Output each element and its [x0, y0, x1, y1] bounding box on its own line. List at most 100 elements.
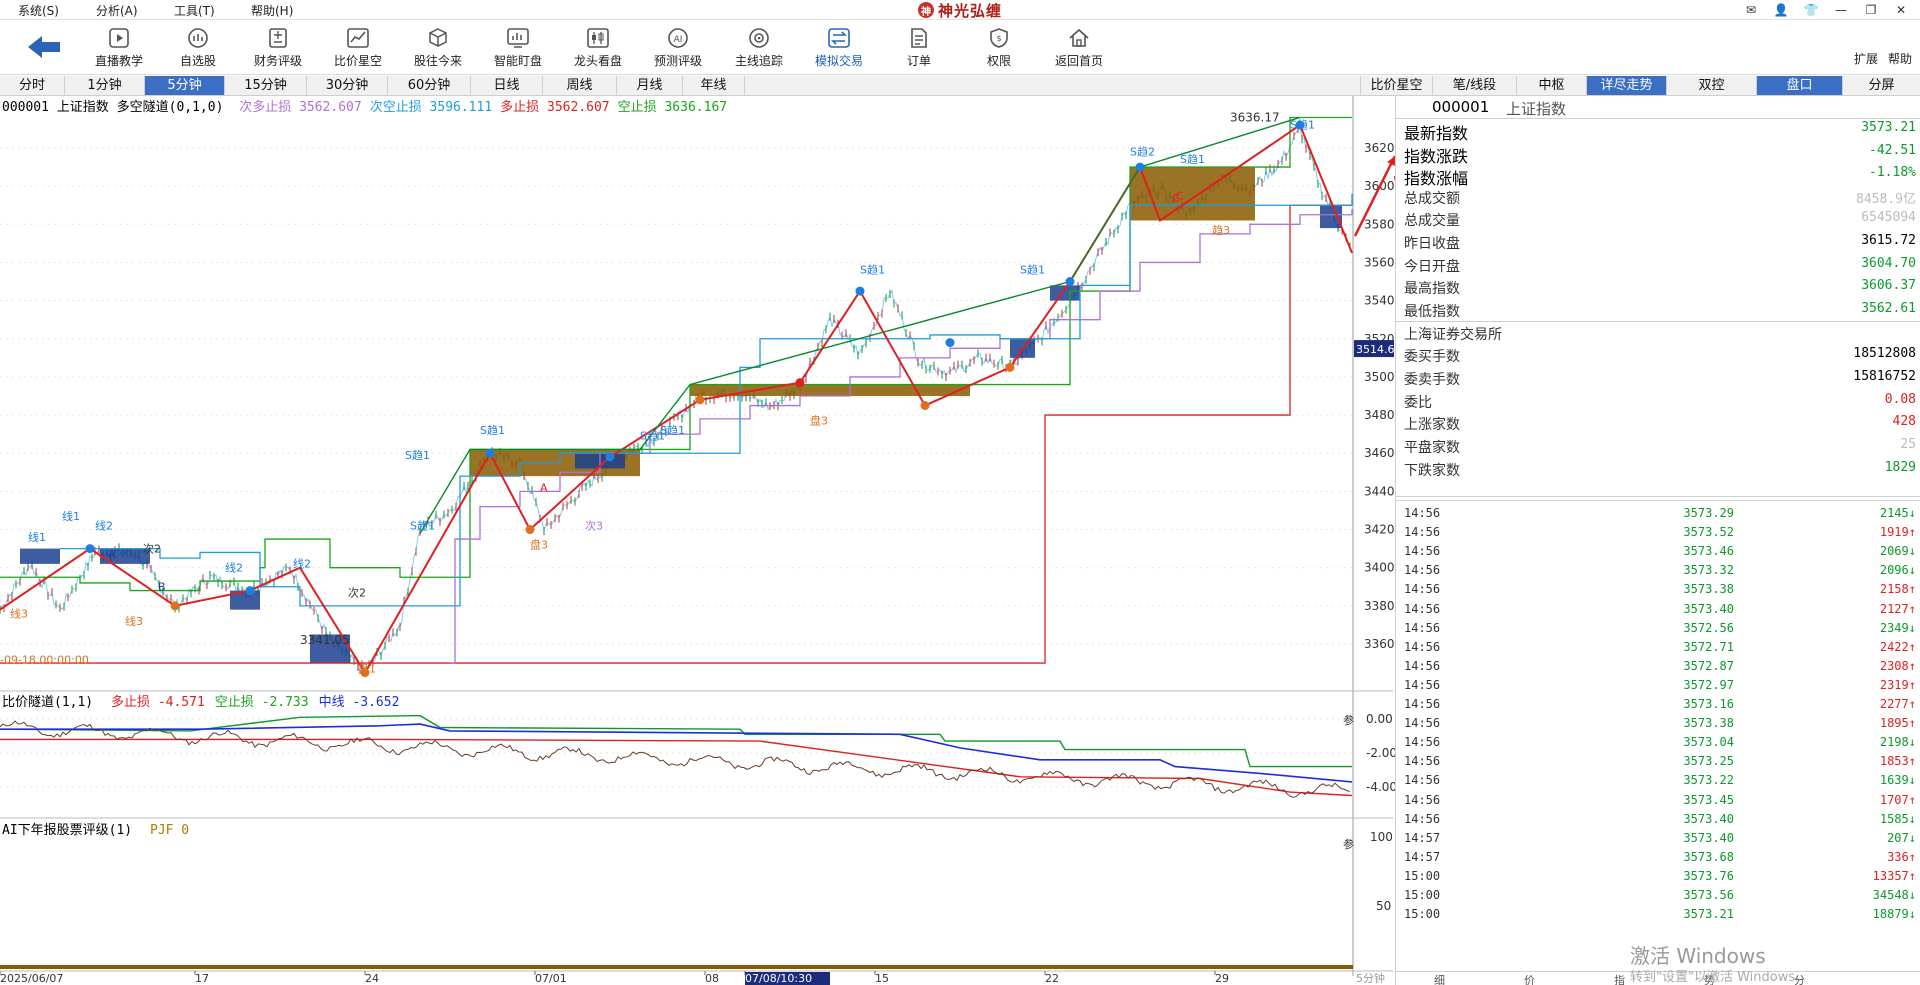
period-tab[interactable]: 日线	[471, 76, 543, 95]
quote-label: 指数涨幅	[1404, 169, 1469, 189]
toolbar-ai-button[interactable]: AI 预测评级	[641, 24, 715, 72]
tick-row: 14:56 3573.40 1585↓	[1404, 811, 1916, 826]
trend-label-s: S趋1	[1180, 153, 1205, 166]
toolbar-swap-button[interactable]: 模拟交易	[802, 24, 876, 72]
back-arrow-icon[interactable]	[26, 34, 62, 60]
chart-area[interactable]: 3620360035803560354035203500348034603440…	[0, 96, 1395, 985]
toolbar-monitor-chart-button[interactable]: 智能盯盘	[481, 24, 555, 72]
svg-text:AI: AI	[674, 35, 683, 45]
period-tab[interactable]: 月线	[617, 76, 683, 95]
toolbar-play-button[interactable]: 直播教学	[82, 24, 156, 72]
menu-system[interactable]: 系统(S)	[18, 2, 59, 19]
sub1-legend: 比价隧道(1,1) 多止损 -4.571 空止损 -2.733 中线 -3.652	[2, 691, 399, 710]
shirt-icon[interactable]: 👕	[1796, 0, 1826, 20]
quote-code: 000001	[1432, 98, 1490, 116]
period-tab[interactable]: 1分钟	[65, 76, 145, 95]
quote-row: 最高指数 3606.37	[1404, 278, 1916, 300]
exchange-name: 上海证券交易所	[1404, 327, 1502, 343]
main-legend-item: 次多止损 3562.607	[239, 100, 362, 115]
quote-label: 上涨家数	[1404, 417, 1460, 434]
period-tab[interactable]: 年线	[683, 76, 745, 95]
right-tab[interactable]: 盘口	[1756, 76, 1842, 95]
menu-bar: 系统(S) 分析(A) 工具(T) 帮助(H) 神 神光弘缠 ✉ 👤 👕 — ❐…	[0, 0, 1920, 20]
period-tab[interactable]: 15分钟	[225, 76, 307, 95]
toolbar-label: 龙头看盘	[573, 54, 622, 68]
mail-icon[interactable]: ✉	[1736, 0, 1766, 20]
toolbar-calc-button[interactable]: 财务评级	[241, 24, 315, 72]
quote-row: 昨日收盘 3615.72	[1404, 233, 1916, 255]
quote-label: 总成交量	[1404, 213, 1460, 230]
tick-row: 14:56 3573.22 1639↓	[1404, 773, 1916, 788]
toolbar-home-button[interactable]: 返回首页	[1042, 24, 1116, 72]
bottom-tab[interactable]: 指	[1614, 972, 1625, 985]
right-tab[interactable]: 分屏	[1842, 76, 1920, 95]
period-tab[interactable]: 30分钟	[307, 76, 388, 95]
quote-label: 总成交额	[1404, 190, 1460, 207]
sub1-legend-item: 空止损 -2.733	[214, 695, 309, 710]
sub1-name: 比价隧道(1,1)	[2, 695, 94, 710]
document-icon	[911, 28, 927, 48]
quote-row: 委卖手数 15816752	[1404, 369, 1916, 391]
window-controls: ✉ 👤 👕 — ❐ ✕	[1736, 0, 1916, 20]
period-tab[interactable]: 5分钟	[145, 76, 225, 95]
right-tab[interactable]: 中枢	[1516, 76, 1586, 95]
sub1-legend-item: 多止损 -4.571	[110, 695, 205, 710]
quote-name: 上证指数	[1506, 100, 1567, 118]
price-axis-label: 3460	[1364, 446, 1395, 460]
minimize-icon[interactable]: —	[1826, 0, 1856, 20]
letter-label: B	[158, 581, 166, 594]
tick-row: 14:56 3573.16 2277↑	[1404, 697, 1916, 711]
right-tab[interactable]: 详尽走势	[1586, 76, 1666, 95]
help-button[interactable]: 帮助	[1888, 50, 1912, 67]
period-tab[interactable]: 分时	[0, 76, 65, 95]
user-icon[interactable]: 👤	[1766, 0, 1796, 20]
main-legend-item: 次空止损 3596.111	[369, 100, 493, 115]
close-icon[interactable]: ✕	[1886, 0, 1916, 20]
menu-tools[interactable]: 工具(T)	[174, 2, 215, 19]
period-tab[interactable]: 60分钟	[388, 76, 471, 95]
trend-label-s: S趋1	[1020, 264, 1045, 277]
period-tab[interactable]: 周线	[543, 76, 617, 95]
brand-logo-icon: 神	[918, 2, 934, 18]
toolbar-candlestick-button[interactable]: 龙头看盘	[561, 24, 635, 72]
menu-analysis[interactable]: 分析(A)	[96, 2, 138, 19]
price-axis-label: 3420	[1364, 523, 1395, 537]
chart-line-icon	[347, 28, 369, 48]
trend-label-s: S趋1	[405, 449, 430, 462]
toolbar-chart-line-button[interactable]: 比价星空	[321, 24, 395, 72]
toolbar-target-button[interactable]: 主线追踪	[722, 24, 796, 72]
legend-code-name: 000001 上证指数 多空隧道(0,1,0)	[2, 100, 224, 115]
quote-label: 委买手数	[1404, 349, 1460, 365]
pivot-box-small	[20, 548, 60, 564]
menu-help[interactable]: 帮助(H)	[251, 2, 293, 19]
pivot-dot	[1005, 362, 1015, 372]
quote-row: 平盘家数 25	[1404, 437, 1916, 459]
toolbar-document-button[interactable]: 订单	[882, 24, 956, 72]
restore-icon[interactable]: ❐	[1856, 0, 1886, 20]
bottom-tab[interactable]: 细	[1434, 972, 1445, 985]
tick-row: 15:00 3573.21 18879↓	[1404, 907, 1916, 922]
toolbar-label: 财务评级	[253, 54, 302, 68]
quote-value: 15816752	[1853, 368, 1916, 384]
tick-row: 15:00 3573.76 13357↑	[1404, 868, 1916, 883]
right-panel-tabs: 比价星空 笔/线段 中枢 详尽走势 双控 盘口 分屏	[1360, 76, 1920, 96]
pivot-box	[1130, 167, 1255, 221]
right-tab[interactable]: 双控	[1666, 76, 1756, 95]
toolbar-gauge-button[interactable]: 自选股	[161, 24, 235, 72]
letter-label: C	[1176, 190, 1184, 203]
x-axis-label: 2025/06/07	[0, 972, 63, 985]
play-icon	[109, 28, 129, 48]
bottom-tab[interactable]: 价	[1524, 972, 1535, 985]
right-tab[interactable]: 比价星空	[1360, 76, 1432, 95]
tick-row: 14:56 3573.25 1853↑	[1404, 754, 1916, 769]
tick-row: 14:57 3573.68 336↑	[1404, 849, 1916, 864]
right-tab[interactable]: 笔/线段	[1432, 76, 1516, 95]
trend-label-s: S趋1	[660, 424, 685, 437]
quote-value: 3615.72	[1861, 233, 1916, 248]
tick-row: 14:56 3573.40 2127↑	[1404, 601, 1916, 616]
toolbar-cube-button[interactable]: 股往今来	[401, 24, 475, 72]
svg-text:$: $	[996, 34, 1001, 43]
expand-button[interactable]: 扩展	[1854, 50, 1878, 67]
kline-chart[interactable]: 3620360035803560354035203500348034603440…	[0, 96, 1395, 985]
toolbar-shield-button[interactable]: $ 权限	[962, 24, 1036, 72]
